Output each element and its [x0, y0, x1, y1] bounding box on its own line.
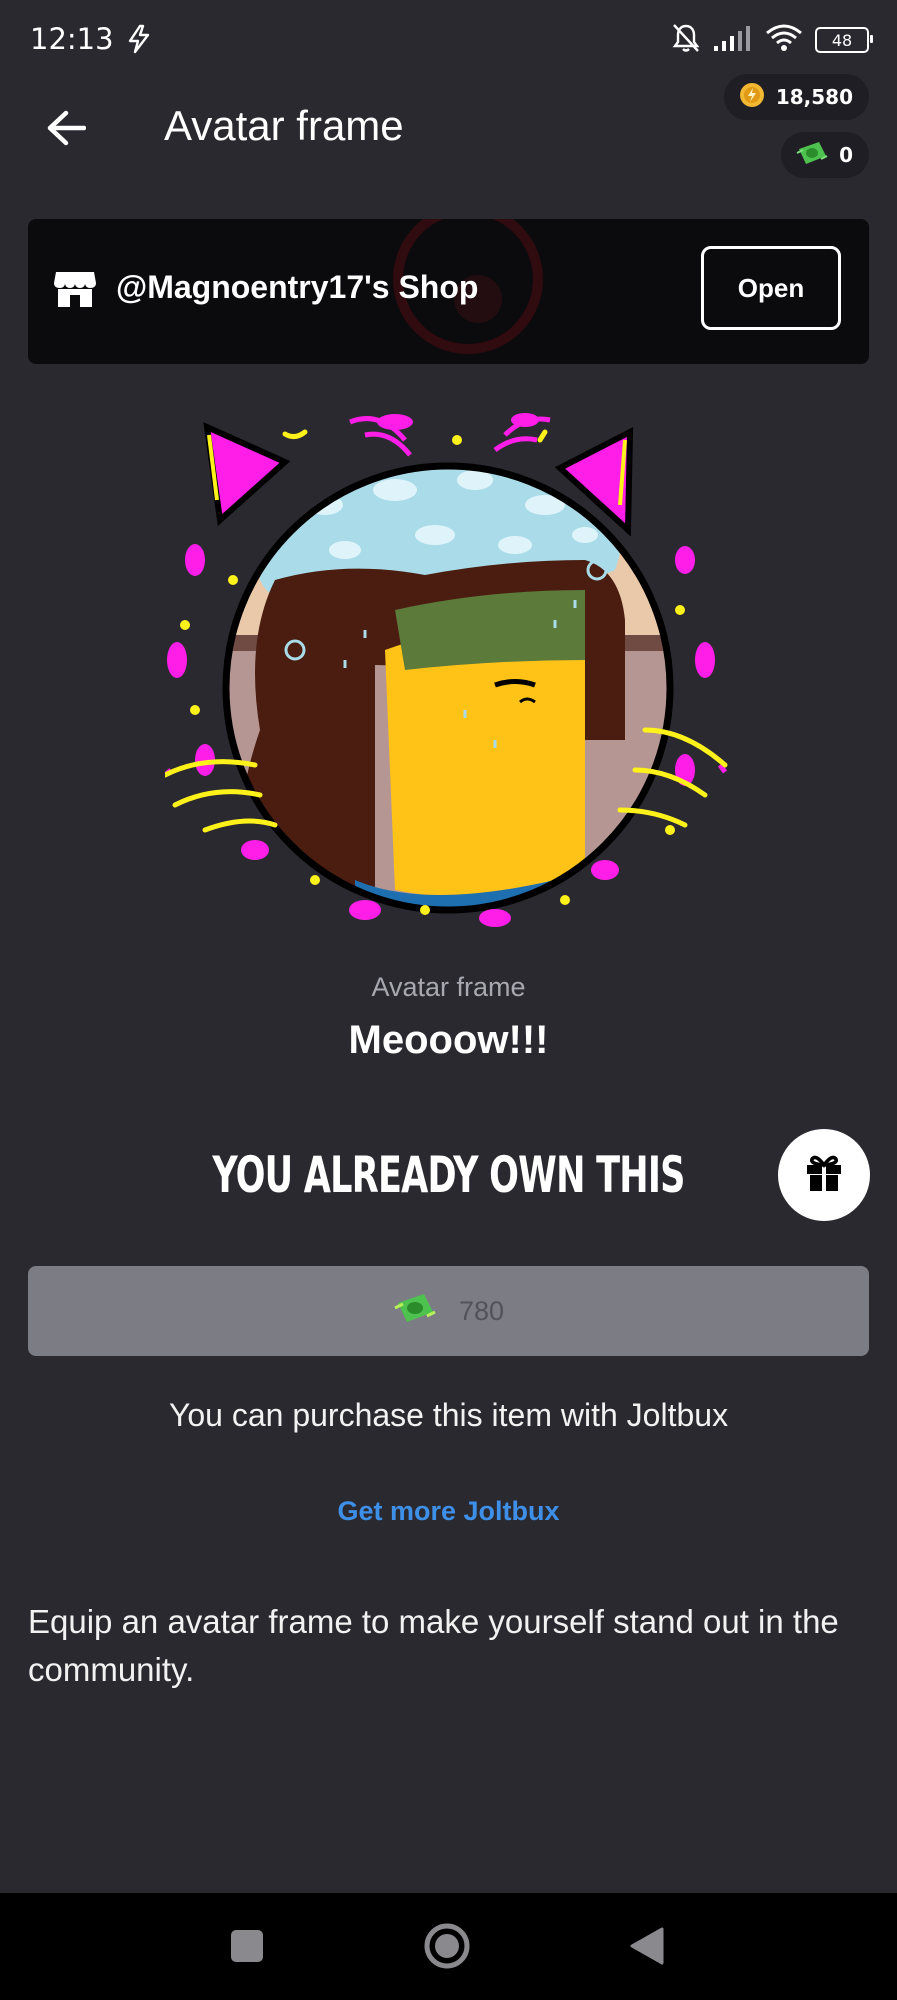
- recents-button[interactable]: [222, 1923, 272, 1973]
- coin-icon: [738, 81, 766, 114]
- store-icon: [53, 269, 97, 313]
- system-nav-bar: [0, 1893, 897, 2000]
- ownership-status: YOU ALREADY OWN THIS: [212, 1146, 685, 1204]
- buy-with-joltbux-button[interactable]: 780: [28, 1266, 869, 1356]
- square-icon: [230, 1929, 264, 1967]
- shop-banner[interactable]: @Magnoentry17's Shop Open: [28, 219, 869, 364]
- status-time: 12:13: [30, 22, 114, 56]
- purchase-note: You can purchase this item with Joltbux: [168, 1397, 729, 1433]
- get-more-joltbux-link[interactable]: Get more Joltbux: [0, 1496, 897, 1527]
- coin-count: 18,580: [775, 85, 853, 109]
- gift-icon: [804, 1154, 844, 1196]
- joltbux-count: 0: [839, 143, 853, 167]
- joltbux-icon: [393, 1290, 437, 1333]
- avatar-frame-preview: [165, 413, 728, 927]
- wifi-icon: [765, 23, 803, 57]
- back-button[interactable]: [38, 102, 94, 158]
- price-value: 780: [458, 1295, 505, 1326]
- joltbux-balance[interactable]: 0: [781, 132, 869, 178]
- item-name: Meooow!!!: [348, 1018, 549, 1062]
- back-triangle-icon: [629, 1927, 665, 1969]
- coin-balance[interactable]: 18,580: [723, 74, 869, 120]
- system-back-button[interactable]: [622, 1923, 672, 1973]
- gift-button[interactable]: [778, 1129, 870, 1221]
- battery-icon: 48: [815, 27, 873, 53]
- open-shop-button[interactable]: Open: [701, 246, 841, 330]
- shop-name: @Magnoentry17's Shop: [116, 269, 479, 305]
- item-description: Equip an avatar frame to make yourself s…: [28, 1603, 839, 1688]
- status-icons: 48: [671, 22, 873, 58]
- bell-off-icon: [671, 22, 701, 58]
- home-circle-icon: [423, 1922, 471, 1974]
- home-button[interactable]: [422, 1923, 472, 1973]
- flash-icon: [124, 24, 154, 58]
- joltbux-icon: [795, 139, 829, 172]
- page-title: Avatar frame: [164, 102, 404, 149]
- item-type-label: Avatar frame: [371, 972, 526, 1002]
- back-arrow-icon: [46, 110, 87, 150]
- signal-icon: [713, 24, 753, 56]
